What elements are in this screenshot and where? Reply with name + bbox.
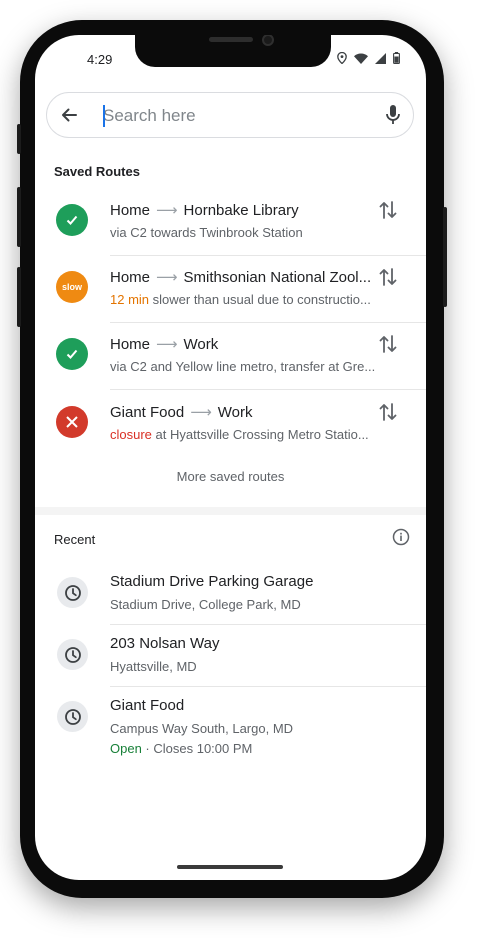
route-destination: Work bbox=[217, 404, 253, 421]
recent-item[interactable]: Giant Food Campus Way South, Largo, MD O… bbox=[35, 687, 426, 771]
route-destination: Work bbox=[183, 336, 219, 353]
swap-direction-icon[interactable] bbox=[378, 401, 398, 428]
recent-item[interactable]: 203 Nolsan Way Hyattsville, MD bbox=[35, 625, 426, 687]
on-time-check-icon bbox=[56, 338, 88, 370]
volume-down-button bbox=[17, 267, 21, 327]
saved-route-item[interactable]: Giant Food ⟶ Work closure at Hyattsville C… bbox=[35, 391, 426, 458]
location-icon bbox=[337, 52, 347, 64]
place-address: Stadium Drive, College Park, MD bbox=[110, 597, 301, 612]
place-name: 203 Nolsan Way bbox=[110, 635, 220, 652]
history-clock-icon bbox=[57, 577, 88, 608]
swap-direction-icon[interactable] bbox=[378, 333, 398, 360]
delay-duration: 12 min bbox=[110, 292, 150, 307]
route-origin: Home bbox=[110, 202, 151, 219]
route-title: Home ⟶ Hornbake Library bbox=[110, 201, 378, 219]
place-address: Hyattsville, MD bbox=[110, 659, 197, 674]
route-detail: 12 min slower than usual due to construc… bbox=[110, 292, 400, 307]
status-time: 4:29 bbox=[87, 52, 113, 67]
closure-label: closure bbox=[110, 427, 152, 442]
route-detail: via C2 towards Twinbrook Station bbox=[110, 225, 303, 240]
closure-location: at Hyattsville Crossing Metro Statio... bbox=[151, 427, 369, 442]
search-input[interactable] bbox=[103, 102, 373, 130]
battery-icon bbox=[393, 52, 400, 64]
saved-routes-heading: Saved Routes bbox=[54, 164, 140, 179]
route-arrow-icon: ⟶ bbox=[156, 336, 178, 353]
phone-screen: 4:29 Saved Routes Home ⟶ Hornbake Library bbox=[35, 35, 426, 880]
route-arrow-icon: ⟶ bbox=[190, 404, 212, 421]
history-clock-icon bbox=[57, 639, 88, 670]
place-address: Campus Way South, Largo, MD bbox=[110, 721, 294, 736]
saved-route-item[interactable]: Home ⟶ Hornbake Library via C2 towards Twi… bbox=[35, 189, 426, 256]
route-origin: Home bbox=[110, 269, 151, 286]
home-indicator[interactable] bbox=[177, 865, 283, 869]
swap-direction-icon[interactable] bbox=[378, 199, 398, 226]
volume-up-button bbox=[17, 187, 21, 247]
route-destination: Smithsonian National Zool... bbox=[183, 269, 372, 286]
on-time-check-icon bbox=[56, 204, 88, 236]
closure-x-icon bbox=[56, 406, 88, 438]
back-arrow-icon[interactable] bbox=[59, 105, 79, 130]
place-name: Giant Food bbox=[110, 697, 185, 714]
route-detail: closure at Hyattsville Crossing Metro St… bbox=[110, 427, 400, 442]
microphone-icon[interactable] bbox=[385, 104, 401, 131]
text-cursor bbox=[103, 105, 105, 127]
place-hours: Open · Closes 10:00 PM bbox=[110, 741, 252, 756]
recent-item[interactable]: Stadium Drive Parking Garage Stadium Dri… bbox=[35, 563, 426, 625]
route-title: Home ⟶ Smithsonian National Zool... bbox=[110, 268, 378, 286]
open-status: Open bbox=[110, 741, 142, 756]
cellular-signal-icon bbox=[375, 52, 386, 64]
route-arrow-icon: ⟶ bbox=[156, 202, 178, 219]
saved-route-item[interactable]: slow Home ⟶ Smithsonian National Zool... 1… bbox=[35, 256, 426, 323]
status-icons bbox=[337, 52, 400, 64]
front-camera bbox=[262, 35, 274, 46]
row-divider bbox=[110, 389, 426, 390]
recent-heading: Recent bbox=[54, 532, 96, 547]
section-separator bbox=[35, 507, 426, 515]
saved-route-item[interactable]: Home ⟶ Work via C2 and Yellow line metro, … bbox=[35, 323, 426, 390]
history-clock-icon bbox=[57, 701, 88, 732]
search-bar[interactable] bbox=[46, 92, 414, 138]
info-icon[interactable] bbox=[392, 528, 410, 551]
route-title: Home ⟶ Work bbox=[110, 335, 378, 353]
route-detail: via C2 and Yellow line metro, transfer a… bbox=[110, 359, 376, 374]
swap-direction-icon[interactable] bbox=[378, 266, 398, 293]
power-button bbox=[443, 207, 447, 307]
slow-traffic-badge: slow bbox=[56, 271, 88, 303]
route-destination: Hornbake Library bbox=[183, 202, 299, 219]
mute-switch bbox=[17, 124, 21, 154]
delay-reason: slower than usual due to constructio... bbox=[149, 292, 371, 307]
more-saved-routes-button[interactable]: More saved routes bbox=[35, 469, 426, 484]
notch bbox=[135, 35, 331, 67]
route-arrow-icon: ⟶ bbox=[156, 269, 178, 286]
route-origin: Giant Food bbox=[110, 404, 185, 421]
route-origin: Home bbox=[110, 336, 151, 353]
wifi-icon bbox=[354, 53, 368, 64]
route-title: Giant Food ⟶ Work bbox=[110, 403, 378, 421]
earpiece-speaker bbox=[209, 37, 253, 42]
closing-time: · Closes 10:00 PM bbox=[141, 741, 253, 756]
place-name: Stadium Drive Parking Garage bbox=[110, 573, 314, 590]
